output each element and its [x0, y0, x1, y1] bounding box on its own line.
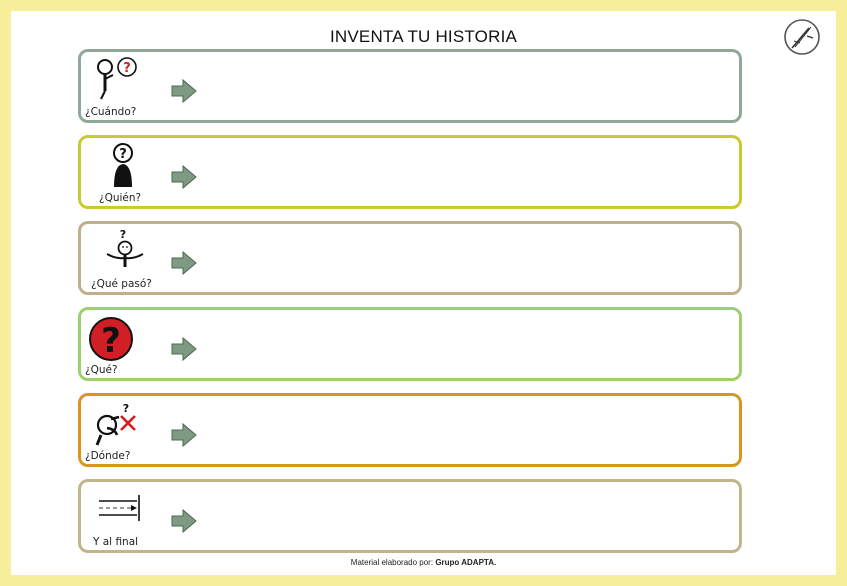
row-label: ¿Qué pasó? [91, 278, 152, 290]
worksheet-page: INVENTA TU HISTORIA ? ¿Cuándo? ? ¿Quién?… [0, 0, 847, 586]
footer-credit: Material elaborado por: Grupo ADAPTA. [11, 558, 836, 567]
story-row-what-happened[interactable]: ? ¿Qué pasó? [78, 221, 742, 295]
person-shrug-question-icon: ? [89, 227, 161, 277]
svg-text:?: ? [101, 321, 121, 361]
person-clock-question-icon: ? [89, 55, 161, 105]
person-question-icon: ? [89, 141, 161, 191]
svg-text:?: ? [123, 61, 131, 76]
arrow-right-icon [171, 336, 197, 362]
story-row-who[interactable]: ? ¿Quién? [78, 135, 742, 209]
svg-text:?: ? [119, 147, 127, 162]
finish-line-icon [89, 485, 161, 535]
row-label: ¿Cuándo? [85, 106, 137, 118]
arrow-right-icon [171, 250, 197, 276]
row-label: ¿Qué? [85, 364, 118, 376]
person-looking-question-icon: ? [89, 399, 161, 449]
arrow-right-icon [171, 78, 197, 104]
arrow-right-icon [171, 508, 197, 534]
footer-prefix: Material elaborado por: [350, 558, 434, 567]
row-label: ¿Quién? [99, 192, 142, 204]
arrow-right-icon [171, 422, 197, 448]
story-row-when[interactable]: ? ¿Cuándo? [78, 49, 742, 123]
adapta-logo-icon [784, 19, 820, 55]
story-row-ending[interactable]: Y al final [78, 479, 742, 553]
svg-text:?: ? [123, 402, 129, 415]
story-row-where[interactable]: ? ¿Dónde? [78, 393, 742, 467]
story-row-what[interactable]: ? ¿Qué? [78, 307, 742, 381]
page-title: INVENTA TU HISTORIA [329, 27, 518, 46]
red-question-mark-icon: ? [89, 313, 161, 363]
svg-text:?: ? [120, 228, 126, 241]
arrow-right-icon [171, 164, 197, 190]
row-label: ¿Dónde? [85, 450, 131, 462]
row-label: Y al final [93, 536, 139, 548]
footer-author: Grupo ADAPTA. [435, 558, 497, 567]
